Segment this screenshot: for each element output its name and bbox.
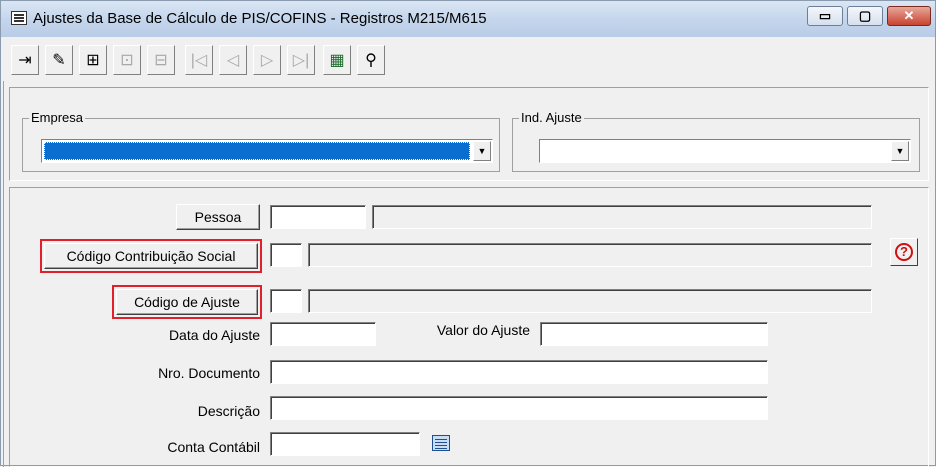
next-record-icon: ▷ [260,52,274,69]
nro-documento-field[interactable] [270,360,768,384]
edit-record-icon: ⊡ [120,52,134,69]
empresa-label: Empresa [29,110,86,125]
form-panel: Pessoa Código Contribuição Social ? Códi… [9,187,929,467]
clear-button[interactable]: ✎ [45,45,73,75]
delete-record-icon: ⊟ [154,52,168,69]
window-app-icon [11,11,27,25]
last-record-button[interactable]: ▷| [287,45,315,75]
close-button[interactable]: ✕ [887,6,931,26]
exit-door-icon: ⇥ [18,52,32,69]
codigo-contribuicao-description-field [308,243,872,267]
next-record-button[interactable]: ▷ [253,45,281,75]
edit-record-button[interactable]: ⊡ [113,45,141,75]
conta-contabil-lookup-icon[interactable] [430,433,454,455]
conta-contabil-label: Conta Contábil [167,439,260,455]
filter-panel: Empresa ▼ Ind. Ajuste ▼ [9,87,929,181]
main-window: Ajustes da Base de Cálculo de PIS/COFINS… [0,0,936,467]
descricao-label: Descrição [197,403,260,419]
maximize-icon: ▢ [858,8,872,23]
spreadsheet-icon: ▦ [329,52,345,69]
minimize-button[interactable]: ▭ [807,6,843,26]
codigo-contribuicao-social-button[interactable]: Código Contribuição Social [44,243,258,269]
descricao-field[interactable] [270,396,768,420]
first-record-button[interactable]: |◁ [185,45,213,75]
window-title: Ajustes da Base de Cálculo de PIS/COFINS… [33,10,487,27]
chevron-down-icon[interactable]: ▼ [473,141,491,161]
delete-record-button[interactable]: ⊟ [147,45,175,75]
chevron-down-icon[interactable]: ▼ [891,141,909,161]
toolbar: ⇥ ✎ ⊞ ⊡ ⊟ |◁ ◁ ▷ ▷| ▦ ⚲ [5,41,905,81]
minimize-icon: ▭ [818,8,832,23]
binoculars-search-icon: ⚲ [365,52,377,69]
title-bar: Ajustes da Base de Cálculo de PIS/COFINS… [1,1,935,37]
conta-contabil-field[interactable] [270,432,420,456]
first-record-icon: |◁ [190,52,208,69]
new-record-icon: ⊞ [86,52,100,69]
spreadsheet-button[interactable]: ▦ [323,45,351,75]
empresa-selected-value [44,142,470,160]
data-ajuste-field[interactable] [270,322,376,346]
nro-documento-label: Nro. Documento [158,365,260,381]
pessoa-name-field [372,205,872,229]
codigo-ajuste-code-field[interactable] [270,289,302,313]
valor-ajuste-field[interactable] [540,322,768,346]
new-record-button[interactable]: ⊞ [79,45,107,75]
ind-ajuste-groupbox: Ind. Ajuste ▼ [512,110,920,172]
data-ajuste-label: Data do Ajuste [168,327,260,343]
last-record-icon: ▷| [292,52,310,69]
empresa-select[interactable]: ▼ [41,139,493,163]
ind-ajuste-select[interactable]: ▼ [539,139,911,163]
codigo-de-ajuste-button[interactable]: Código de Ajuste [116,289,258,315]
close-icon: ✕ [903,8,915,23]
codigo-ajuste-description-field [308,289,872,313]
codigo-contribuicao-code-field[interactable] [270,243,302,267]
window-left-border [3,81,6,467]
eraser-icon: ✎ [52,52,66,69]
empresa-groupbox: Empresa ▼ [22,110,500,172]
valor-ajuste-label: Valor do Ajuste [436,322,530,338]
previous-record-button[interactable]: ◁ [219,45,247,75]
maximize-button[interactable]: ▢ [847,6,883,26]
pessoa-code-field[interactable] [270,205,366,229]
ind-ajuste-label: Ind. Ajuste [519,110,584,125]
previous-record-icon: ◁ [226,52,240,69]
search-button[interactable]: ⚲ [357,45,385,75]
exit-button[interactable]: ⇥ [11,45,39,75]
help-button[interactable]: ? [890,238,918,266]
pessoa-button[interactable]: Pessoa [176,204,260,230]
help-icon: ? [895,243,913,261]
